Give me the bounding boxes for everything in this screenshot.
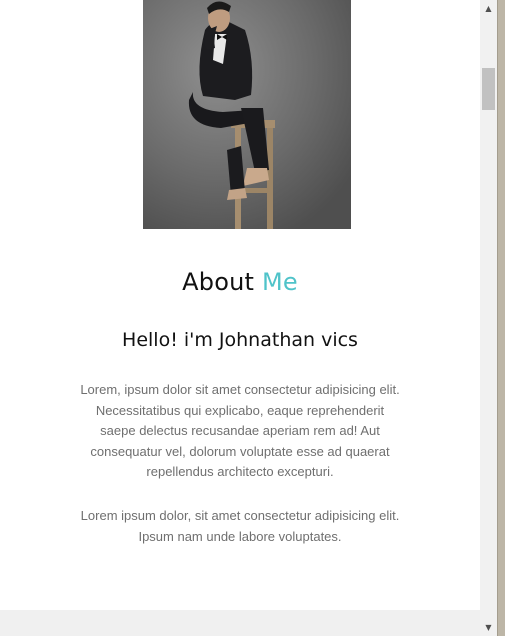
man-on-stool-image: [143, 0, 351, 229]
about-title-word: About: [182, 268, 255, 296]
about-paragraph-2: Lorem ipsum dolor, sit amet consectetur …: [80, 508, 400, 544]
chevron-up-icon[interactable]: ▲: [480, 0, 497, 17]
about-title-accent: Me: [261, 268, 298, 296]
window-frame-edge: [497, 0, 505, 636]
vertical-scrollbar[interactable]: ▲ ▼: [480, 0, 497, 636]
greeting-subheading: Hello! i'm Johnathan vics: [122, 329, 358, 351]
about-paragraph-1: Lorem, ipsum dolor sit amet consectetur …: [80, 382, 400, 479]
page-viewport: About Me Hello! i'm Johnathan vics Lorem…: [0, 0, 480, 636]
scroll-thumb[interactable]: [482, 68, 495, 110]
about-me-heading: About Me: [0, 268, 480, 296]
next-section-band: [0, 610, 480, 636]
chevron-down-icon[interactable]: ▼: [480, 619, 497, 636]
profile-photo: [143, 0, 351, 229]
